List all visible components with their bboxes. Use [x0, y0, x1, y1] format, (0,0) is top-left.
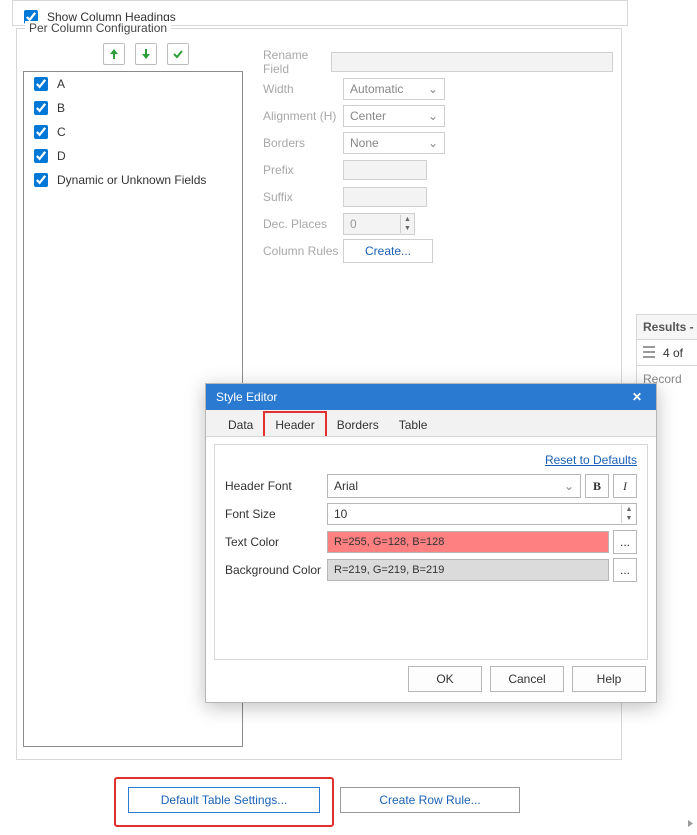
fieldset-title: Per Column Configuration: [25, 21, 171, 35]
prefix-input: [343, 160, 427, 180]
style-editor-dialog: Style Editor ✕ Data Header Borders Table…: [205, 383, 657, 703]
font-size-label: Font Size: [225, 507, 327, 521]
list-item[interactable]: Dynamic or Unknown Fields: [24, 168, 242, 192]
list-item[interactable]: B: [24, 96, 242, 120]
prefix-label: Prefix: [263, 163, 343, 177]
tab-header[interactable]: Header: [263, 411, 326, 436]
col-label: C: [57, 125, 66, 139]
tab-table[interactable]: Table: [389, 413, 438, 436]
col-check[interactable]: [34, 173, 48, 187]
italic-button[interactable]: I: [613, 474, 637, 498]
dialog-title: Style Editor: [216, 390, 277, 404]
borders-label: Borders: [263, 136, 343, 150]
rename-label: Rename Field: [263, 48, 331, 76]
list-item[interactable]: D: [24, 144, 242, 168]
rename-input: [331, 52, 613, 72]
dec-label: Dec. Places: [263, 217, 343, 231]
chevron-down-icon: ⌄: [428, 82, 438, 96]
bg-color-field[interactable]: R=219, G=219, B=219: [327, 559, 609, 581]
help-button[interactable]: Help: [572, 666, 646, 692]
col-check[interactable]: [34, 77, 48, 91]
chevron-down-icon: ⌄: [564, 479, 574, 493]
align-select: Center⌄: [343, 105, 445, 127]
property-table: Rename Field WidthAutomatic⌄ Alignment (…: [263, 49, 613, 265]
header-font-select[interactable]: Arial⌄: [327, 474, 581, 498]
scroll-right-icon[interactable]: [684, 817, 697, 830]
chevron-down-icon: ⌄: [428, 136, 438, 150]
list-item[interactable]: A: [24, 72, 242, 96]
bold-button[interactable]: B: [585, 474, 609, 498]
tab-body: Reset to Defaults Header Font Arial⌄ B I…: [214, 444, 648, 660]
results-header: Results - T: [636, 314, 697, 340]
apply-button[interactable]: [167, 43, 189, 65]
create-rules-button[interactable]: Create...: [343, 239, 433, 263]
bg-color-picker-button[interactable]: ...: [613, 558, 637, 582]
reset-to-defaults-link[interactable]: Reset to Defaults: [225, 453, 637, 467]
text-color-label: Text Color: [225, 535, 327, 549]
chevron-down-icon: ⌄: [428, 109, 438, 123]
suffix-label: Suffix: [263, 190, 343, 204]
col-label: A: [57, 77, 65, 91]
text-color-picker-button[interactable]: ...: [613, 530, 637, 554]
tab-data[interactable]: Data: [218, 413, 263, 436]
tab-bar: Data Header Borders Table: [206, 410, 656, 437]
ok-button[interactable]: OK: [408, 666, 482, 692]
width-label: Width: [263, 82, 343, 96]
dec-places-input: 0▲▼: [343, 213, 415, 235]
col-check[interactable]: [34, 149, 48, 163]
font-size-input[interactable]: 10▲▼: [327, 503, 637, 525]
suffix-input: [343, 187, 427, 207]
text-color-field[interactable]: R=255, G=128, B=128: [327, 531, 609, 553]
default-table-settings-button[interactable]: Default Table Settings...: [128, 787, 320, 813]
col-check[interactable]: [34, 125, 48, 139]
col-label: B: [57, 101, 65, 115]
col-label: D: [57, 149, 66, 163]
width-select: Automatic⌄: [343, 78, 445, 100]
create-row-rule-button[interactable]: Create Row Rule...: [340, 787, 520, 813]
close-icon[interactable]: ✕: [628, 388, 646, 406]
list-icon: [643, 346, 655, 358]
cancel-button[interactable]: Cancel: [490, 666, 564, 692]
list-item[interactable]: C: [24, 120, 242, 144]
rules-label: Column Rules: [263, 244, 343, 258]
move-up-button[interactable]: [103, 43, 125, 65]
tab-borders[interactable]: Borders: [327, 413, 389, 436]
col-check[interactable]: [34, 101, 48, 115]
move-down-button[interactable]: [135, 43, 157, 65]
header-font-label: Header Font: [225, 479, 327, 493]
bg-color-label: Background Color: [225, 563, 327, 577]
dialog-titlebar[interactable]: Style Editor ✕: [206, 384, 656, 410]
col-label: Dynamic or Unknown Fields: [57, 173, 206, 187]
align-label: Alignment (H): [263, 109, 343, 123]
results-count: 4 of: [636, 340, 697, 366]
borders-select: None⌄: [343, 132, 445, 154]
